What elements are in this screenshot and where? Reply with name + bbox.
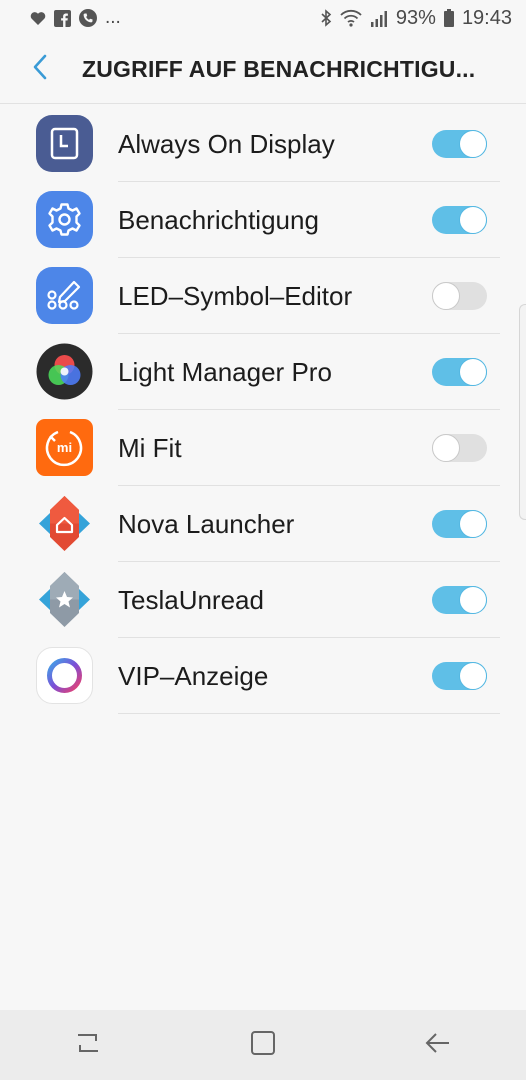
app-label: Nova Launcher	[118, 509, 295, 539]
notification-access-toggle[interactable]	[432, 282, 487, 310]
app-bar: ZUGRIFF AUF BENACHRICHTIGU...	[0, 36, 526, 104]
nova-launcher-icon	[36, 495, 93, 552]
list-item-nova-launcher[interactable]: Nova Launcher	[0, 486, 526, 562]
svg-text:mi: mi	[57, 440, 72, 455]
list-item-light-manager-pro[interactable]: Light Manager Pro	[0, 334, 526, 410]
app-label: Mi Fit	[118, 433, 182, 463]
app-label: Benachrichtigung	[118, 205, 319, 235]
notification-access-toggle[interactable]	[432, 358, 487, 386]
more-notifications-indicator: ...	[105, 7, 121, 28]
app-label: VIP–Anzeige	[118, 661, 269, 691]
led-editor-icon	[36, 267, 93, 324]
clock: 19:43	[461, 6, 512, 29]
notification-access-toggle[interactable]	[432, 662, 487, 690]
status-right: 93% 19:43	[320, 7, 512, 30]
heart-icon	[30, 11, 46, 26]
notification-access-toggle[interactable]	[432, 586, 487, 614]
back-icon	[425, 1032, 451, 1059]
back-button[interactable]	[0, 36, 80, 104]
list-item-always-on-display[interactable]: Always On Display	[0, 106, 526, 182]
tesla-unread-icon	[36, 571, 93, 628]
home-icon	[250, 1030, 276, 1061]
list-item-benachrichtigung[interactable]: Benachrichtigung	[0, 182, 526, 258]
notification-access-toggle[interactable]	[432, 130, 487, 158]
list-item-vip-anzeige[interactable]: VIP–Anzeige	[0, 638, 526, 714]
battery-percentage: 93%	[395, 6, 436, 29]
rgb-light-icon	[36, 343, 93, 400]
phone-icon	[79, 9, 97, 27]
page-title: ZUGRIFF AUF BENACHRICHTIGU...	[82, 56, 476, 82]
always-on-display-icon	[36, 115, 93, 172]
app-label: LED–Symbol–Editor	[118, 281, 353, 311]
list-item-teslaunread[interactable]: TeslaUnread	[0, 562, 526, 638]
list-item-led-symbol-editor[interactable]: LED–Symbol–Editor	[0, 258, 526, 334]
list-item-mi-fit[interactable]: mi Mi Fit	[0, 410, 526, 486]
divider	[118, 713, 500, 714]
notification-access-toggle[interactable]	[432, 434, 487, 462]
status-bar: ... 93% 19:43	[0, 0, 526, 36]
status-left: ...	[30, 7, 121, 29]
app-label: Light Manager Pro	[118, 357, 332, 387]
recents-button[interactable]	[58, 1015, 118, 1075]
bluetooth-icon	[320, 9, 332, 27]
notification-access-toggle[interactable]	[432, 206, 487, 234]
chevron-left-icon	[32, 54, 48, 85]
mi-fit-icon: mi	[36, 419, 93, 476]
notification-access-toggle[interactable]	[432, 510, 487, 538]
settings-gear-icon	[36, 191, 93, 248]
wifi-icon	[340, 9, 362, 27]
recents-icon	[75, 1031, 101, 1060]
signal-icon	[370, 10, 388, 27]
battery-icon	[443, 9, 454, 27]
facebook-icon	[54, 9, 71, 27]
app-label: TeslaUnread	[118, 585, 264, 615]
app-label: Always On Display	[118, 129, 335, 159]
vip-ring-icon	[36, 647, 93, 704]
navigation-bar	[0, 1010, 526, 1080]
edge-panel-handle[interactable]	[519, 304, 526, 520]
notification-access-list: Always On Display Benachrichtigung LED–S…	[0, 106, 526, 714]
system-back-button[interactable]	[408, 1015, 468, 1075]
home-button[interactable]	[233, 1015, 293, 1075]
